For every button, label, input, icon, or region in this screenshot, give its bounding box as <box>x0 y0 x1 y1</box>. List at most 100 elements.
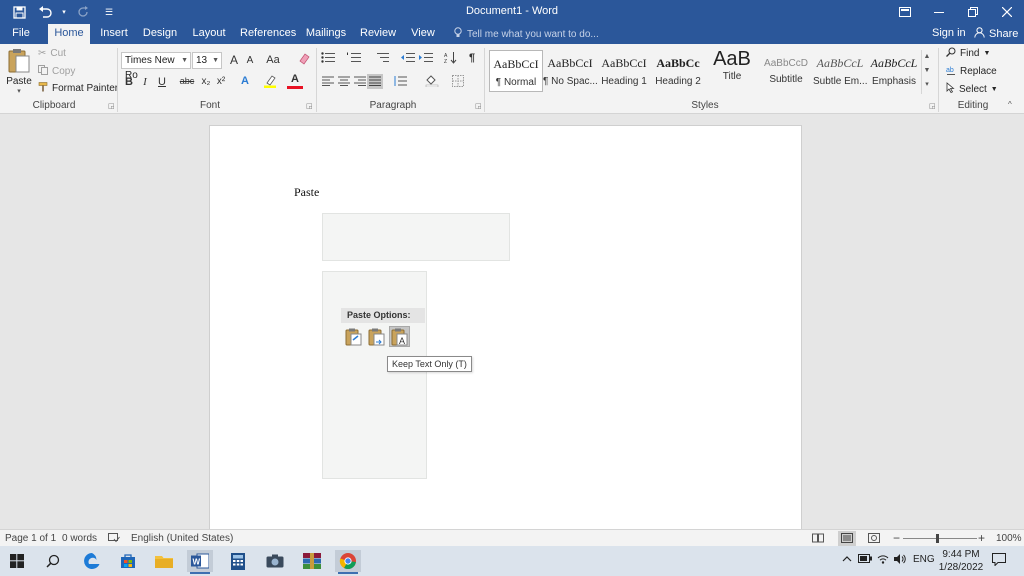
tell-me-search[interactable]: Tell me what you want to do... <box>454 27 599 41</box>
tab-design[interactable]: Design <box>142 24 178 44</box>
volume-icon[interactable] <box>894 554 906 567</box>
select-button[interactable]: Select ▼ <box>946 82 998 96</box>
bold-icon[interactable]: B <box>121 76 137 88</box>
read-mode-icon[interactable] <box>812 533 824 546</box>
keep-text-only-icon[interactable]: A <box>389 326 410 347</box>
align-right-icon[interactable] <box>352 76 368 89</box>
shading-icon[interactable] <box>424 74 440 90</box>
strikethrough-icon[interactable]: abc <box>176 76 198 86</box>
document-text[interactable]: Paste <box>294 185 319 200</box>
ribbon-display-options-icon[interactable] <box>888 0 922 24</box>
edge-browser-icon[interactable] <box>79 550 105 572</box>
proofing-icon[interactable] <box>108 533 120 546</box>
superscript-icon[interactable]: x² <box>213 76 229 87</box>
clear-formatting-icon[interactable] <box>296 52 312 68</box>
paragraph-launcher-icon[interactable]: ◲ <box>475 102 482 110</box>
chevron-up-icon[interactable] <box>842 554 852 565</box>
text-effects-icon[interactable]: A <box>237 75 253 87</box>
style-heading-1[interactable]: AaBbCcI Heading 1 <box>597 50 651 92</box>
sign-in-link[interactable]: Sign in <box>932 27 966 39</box>
clipboard-launcher-icon[interactable]: ◲ <box>108 102 115 110</box>
close-icon[interactable] <box>990 0 1024 24</box>
chevron-up-icon[interactable]: ▲ <box>922 50 932 64</box>
file-explorer-icon[interactable] <box>151 550 177 572</box>
chrome-browser-icon[interactable] <box>335 550 361 574</box>
input-language[interactable]: ENG <box>913 554 935 565</box>
copy-button[interactable]: Copy <box>38 65 75 78</box>
tab-view[interactable]: View <box>408 24 438 44</box>
tab-references[interactable]: References <box>240 24 296 44</box>
keep-source-formatting-icon[interactable] <box>343 326 364 347</box>
calculator-icon[interactable] <box>225 550 251 572</box>
style-no-spacing[interactable]: AaBbCcI ¶ No Spac... <box>543 50 597 92</box>
align-center-icon[interactable] <box>336 76 352 89</box>
store-icon[interactable] <box>115 550 141 572</box>
show-formatting-icon[interactable]: ¶ <box>464 52 480 64</box>
style-subtle-emphasis[interactable]: AaBbCcL Subtle Em... <box>813 50 867 92</box>
underline-icon[interactable]: U <box>154 76 170 88</box>
font-color-icon[interactable]: A <box>287 74 303 89</box>
cut-button[interactable]: ✂ Cut <box>38 48 66 59</box>
increase-indent-icon[interactable] <box>418 52 434 66</box>
paste-button[interactable]: Paste ▾ <box>6 48 32 95</box>
subscript-icon[interactable]: x₂ <box>198 76 214 87</box>
battery-icon[interactable] <box>858 554 872 566</box>
font-launcher-icon[interactable]: ◲ <box>306 102 313 110</box>
minimize-icon[interactable] <box>922 0 956 24</box>
grow-font-icon[interactable]: A <box>226 53 242 67</box>
bullets-icon[interactable] <box>320 52 336 66</box>
windows-start-icon[interactable] <box>4 550 30 572</box>
document-page[interactable]: Paste Paste Options: A Keep Text Only (T… <box>209 125 802 529</box>
taskbar-clock[interactable]: 9:44 PM 1/28/2022 <box>936 548 986 574</box>
style-emphasis[interactable]: AaBbCcL Emphasis <box>867 50 921 92</box>
style-normal[interactable]: AaBbCcI ¶ Normal <box>489 50 543 92</box>
multilevel-list-icon[interactable] <box>374 52 390 66</box>
tab-insert[interactable]: Insert <box>98 24 130 44</box>
chevron-down-icon[interactable]: ▼ <box>922 64 932 78</box>
font-size-box[interactable]: 13 ▼ <box>192 52 222 69</box>
archive-app-icon[interactable] <box>299 550 325 572</box>
highlight-icon[interactable] <box>262 74 278 91</box>
align-left-icon[interactable] <box>320 76 336 89</box>
page-count[interactable]: Page 1 of 1 <box>5 533 56 544</box>
merge-formatting-icon[interactable] <box>366 326 387 347</box>
zoom-slider-thumb[interactable] <box>936 534 939 543</box>
find-button[interactable]: Find ▼ <box>946 47 990 60</box>
format-painter-button[interactable]: Format Painter <box>38 82 118 95</box>
shrink-font-icon[interactable]: A <box>242 55 258 66</box>
styles-launcher-icon[interactable]: ◲ <box>929 102 936 110</box>
more-styles-icon[interactable]: ▾ <box>922 78 932 92</box>
style-title[interactable]: AaB Title <box>705 50 759 92</box>
zoom-slider[interactable] <box>903 538 977 539</box>
camera-icon[interactable] <box>262 550 288 572</box>
line-spacing-icon[interactable] <box>392 76 408 89</box>
styles-scroll[interactable]: ▲ ▼ ▾ <box>921 50 932 94</box>
replace-button[interactable]: ab Replace <box>946 65 997 78</box>
italic-icon[interactable]: I <box>137 76 153 88</box>
network-icon[interactable] <box>877 554 889 567</box>
tab-layout[interactable]: Layout <box>190 24 228 44</box>
share-button[interactable]: Share <box>974 27 1018 41</box>
numbering-icon[interactable] <box>346 52 362 66</box>
word-app-icon[interactable]: W <box>187 550 213 574</box>
notification-icon[interactable] <box>992 553 1006 569</box>
zoom-level[interactable]: 100% <box>996 533 1022 544</box>
word-count[interactable]: 0 words <box>62 533 97 544</box>
restore-icon[interactable] <box>956 0 990 24</box>
tab-mailings[interactable]: Mailings <box>304 24 348 44</box>
style-subtitle[interactable]: AaBbCcD Subtitle <box>759 50 813 92</box>
tab-home[interactable]: Home <box>48 24 90 44</box>
language-status[interactable]: English (United States) <box>131 533 233 544</box>
style-heading-2[interactable]: AaBbCc Heading 2 <box>651 50 705 92</box>
decrease-indent-icon[interactable] <box>400 52 416 66</box>
search-icon[interactable] <box>40 550 66 572</box>
zoom-in-icon[interactable]: + <box>978 531 985 545</box>
sort-icon[interactable]: AZ <box>442 51 458 67</box>
change-case-icon[interactable]: Aa <box>263 54 283 66</box>
justify-icon[interactable] <box>367 74 383 89</box>
borders-icon[interactable] <box>450 75 466 90</box>
tab-file[interactable]: File <box>6 24 36 44</box>
web-layout-icon[interactable] <box>868 533 880 546</box>
tab-review[interactable]: Review <box>360 24 396 44</box>
paste-dropdown-icon[interactable]: ▾ <box>6 87 32 95</box>
